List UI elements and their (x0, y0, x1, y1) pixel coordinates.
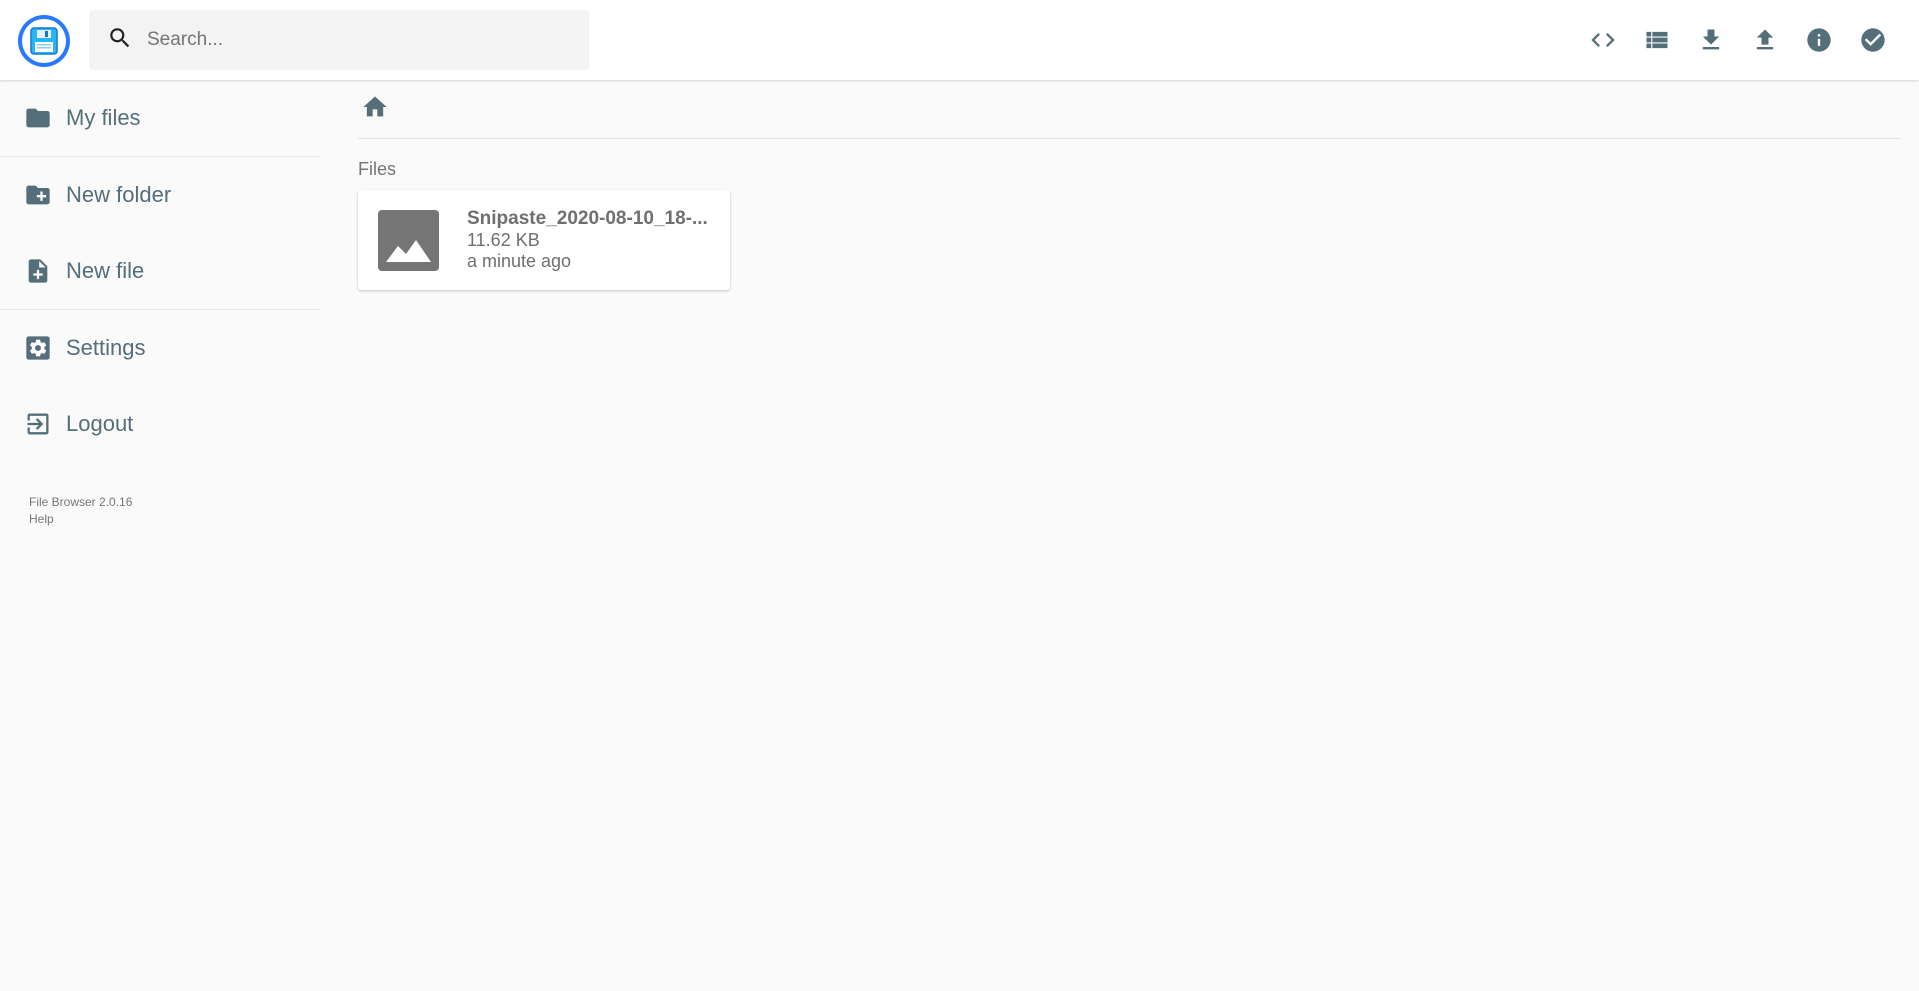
logout-icon (24, 410, 52, 438)
folder-icon (24, 104, 52, 132)
note-add-icon (24, 257, 52, 285)
search-icon (107, 25, 133, 56)
credits: File Browser 2.0.16 Help (0, 494, 320, 528)
sidebar-item-label: Settings (66, 335, 146, 360)
info-icon (1807, 28, 1831, 52)
sidebar-item-logout[interactable]: Logout (0, 386, 320, 462)
file-size: 11.62 KB (467, 230, 540, 250)
file-item[interactable]: Snipaste_2020-08-10_18-... 11.62 KB a mi… (358, 190, 730, 290)
header-actions (1571, 18, 1895, 62)
sidebar-item-label: New file (66, 258, 145, 283)
upload-icon (1756, 29, 1774, 50)
search-input[interactable] (147, 29, 567, 51)
version-text: File Browser 2.0.16 (29, 495, 133, 509)
sidebar-item-label: Logout (66, 411, 134, 436)
view-list-icon (1646, 31, 1668, 49)
code-icon (1591, 33, 1615, 47)
info-button[interactable] (1797, 18, 1841, 62)
file-name: Snipaste_2020-08-10_18-... (467, 208, 708, 229)
home-icon[interactable] (361, 93, 389, 126)
floppy-disk-icon (22, 19, 66, 63)
upload-button[interactable] (1743, 18, 1787, 62)
search-box[interactable] (89, 10, 589, 70)
sidebar-item-new-folder[interactable]: New folder (0, 157, 320, 233)
file-listing: Files Snipaste_2020-08-10_18-... 11.62 K… (358, 80, 1901, 290)
section-title: Files (358, 159, 397, 179)
help-link[interactable]: Help (29, 511, 320, 528)
sidebar-item-settings[interactable]: Settings (0, 310, 320, 386)
breadcrumb (358, 80, 1901, 139)
toggle-code-button[interactable] (1581, 18, 1625, 62)
top-bar (0, 0, 1919, 80)
app-logo[interactable] (18, 15, 70, 67)
file-meta: Snipaste_2020-08-10_18-... 11.62 KB a mi… (467, 208, 717, 272)
sidebar-item-label: My files (66, 105, 141, 130)
download-icon (1702, 29, 1720, 50)
sidebar-item-label: New folder (66, 182, 172, 207)
sidebar-item-my-files[interactable]: My files (0, 80, 320, 156)
download-button[interactable] (1689, 18, 1733, 62)
file-modified: a minute ago (467, 251, 572, 271)
select-button[interactable] (1851, 18, 1895, 62)
image-icon (378, 209, 439, 271)
create-new-folder-icon (24, 181, 52, 209)
sidebar-item-new-file[interactable]: New file (0, 233, 320, 309)
check-circle-icon (1861, 28, 1885, 52)
sidebar: My files New folder New file Settings Lo… (0, 80, 320, 528)
toggle-list-view-button[interactable] (1635, 18, 1679, 62)
settings-icon (24, 334, 52, 362)
